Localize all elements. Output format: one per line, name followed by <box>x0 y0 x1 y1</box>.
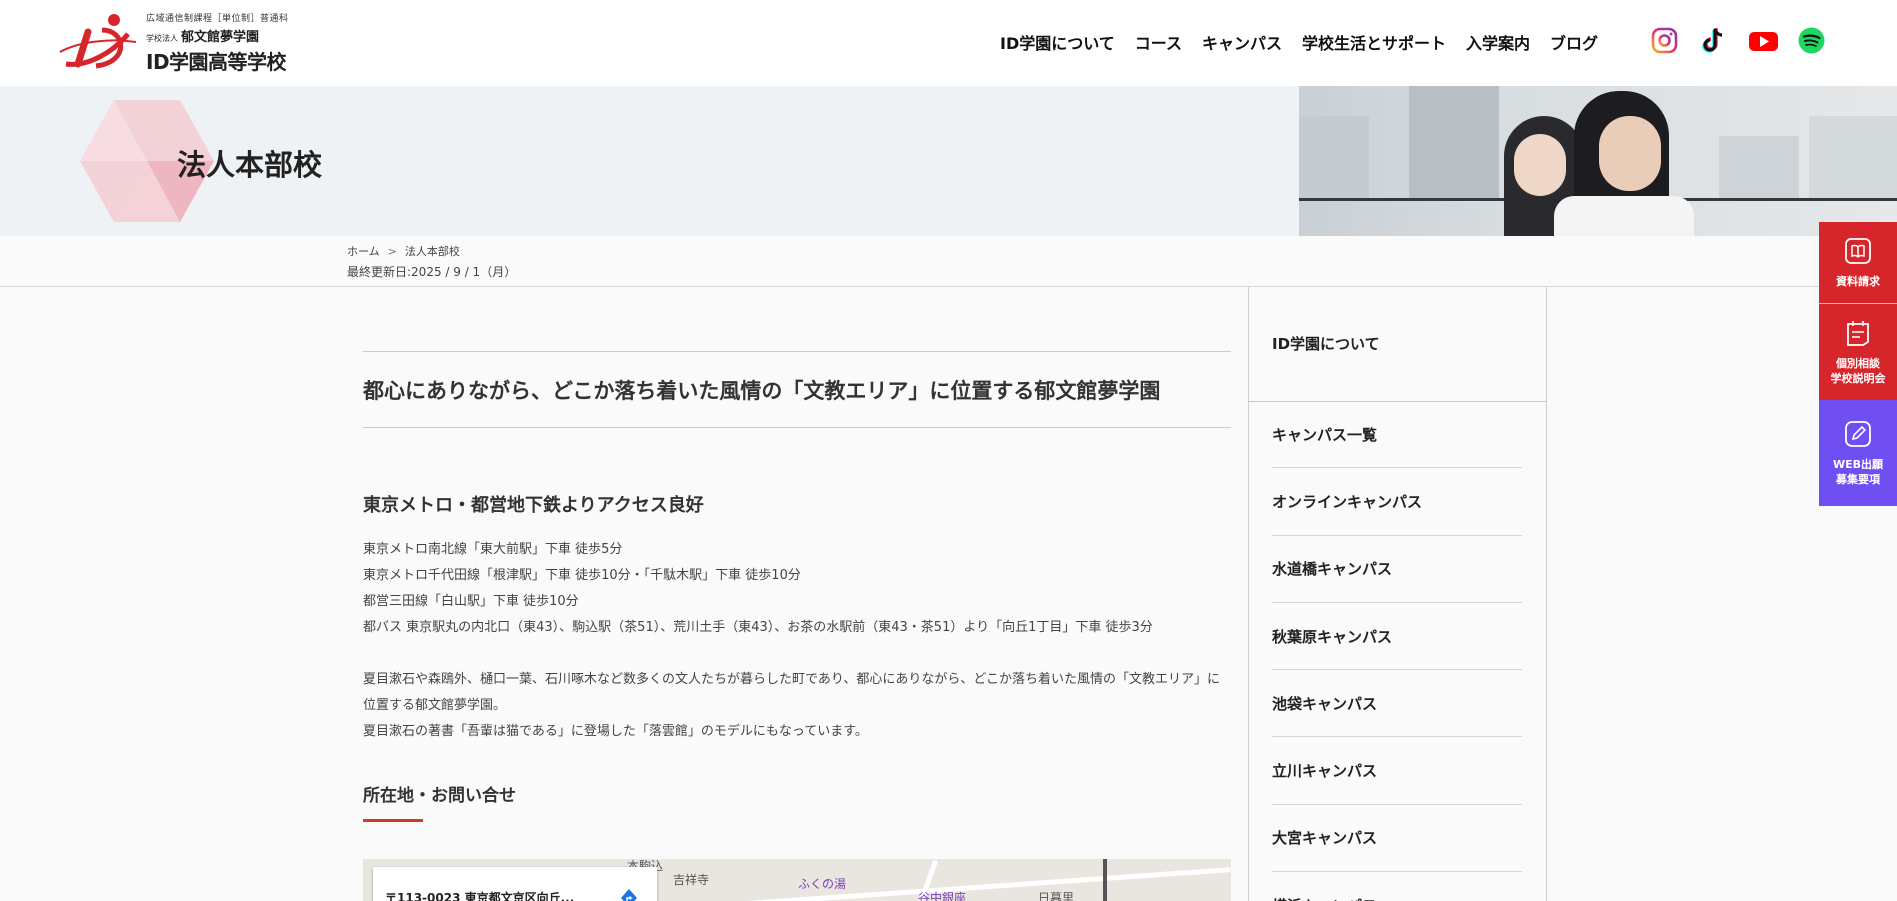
sidebar-item-tachikawa[interactable]: 立川キャンパス <box>1272 737 1522 805</box>
sidebar-item-yokohama[interactable]: 横浜キャンパス <box>1272 872 1522 901</box>
sidebar-item-campus-list[interactable]: キャンパス一覧 <box>1272 401 1522 469</box>
nav-school-life[interactable]: 学校生活とサポート <box>1302 30 1446 54</box>
description-paragraph: 夏目漱石や森鴎外、樋口一葉、石川啄木など数多くの文人たちが暮らした町であり、都心… <box>363 672 1220 713</box>
sidebar-item-online[interactable]: オンラインキャンパス <box>1272 468 1522 536</box>
divider <box>363 351 1231 352</box>
logo-corp-name: 学校法人 郁文館夢学園 <box>146 30 260 45</box>
breadcrumb-current: 法人本部校 <box>404 245 460 258</box>
access-item: 東京メトロ千代田線「根津駅」下車 徒歩10分・「千駄木駅」下車 徒歩10分 <box>363 568 801 583</box>
breadcrumb-home-link[interactable]: ホーム <box>347 245 380 258</box>
nav-campus[interactable]: キャンパス <box>1202 30 1282 54</box>
page-hero: 法人本部校 <box>0 86 1897 236</box>
instagram-icon[interactable] <box>1650 26 1679 55</box>
web-application-button[interactable]: WEB出願 募集要項 <box>1819 400 1897 506</box>
book-icon <box>1845 238 1871 264</box>
nav-course[interactable]: コース <box>1135 30 1182 54</box>
map-label: 日暮里 <box>1038 891 1075 901</box>
map-label: 吉祥寺 <box>673 873 710 887</box>
sidebar-item-ikebukuro[interactable]: 池袋キャンパス <box>1272 670 1522 738</box>
consultation-button[interactable]: 個別相談 学校説明会 <box>1819 304 1897 400</box>
logo-subtitle: 広域通信制課程［単位制］普通科 <box>146 14 289 24</box>
sidebar-item-suidobashi[interactable]: 水道橋キャンパス <box>1272 536 1522 603</box>
breadcrumb: ホーム > 法人本部校 <box>347 245 460 258</box>
tiktok-icon[interactable] <box>1699 26 1728 55</box>
description-paragraph: 夏目漱石の著書「吾輩は猫である」に登場した「落雲館」のモデルにもなっています。 <box>363 724 868 739</box>
sns-links <box>1650 26 1826 55</box>
access-list: 東京メトロ南北線「東大前駅」下車 徒歩5分 東京メトロ千代田線「根津駅」下車 徒… <box>363 537 1153 641</box>
directions-icon[interactable] <box>619 887 639 901</box>
last-updated: 最終更新日:2025 / 9 / 1（月） <box>347 265 517 279</box>
floating-cta-tabs: 資料請求 個別相談 学校説明会 WEB出願 募集要項 <box>1819 222 1897 506</box>
sidebar-item-omiya[interactable]: 大宮キャンパス <box>1272 805 1522 873</box>
map-label: ふくの湯 <box>798 877 847 891</box>
calendar-icon <box>1847 321 1869 346</box>
page-title: 法人本部校 <box>177 148 323 182</box>
youtube-icon[interactable] <box>1748 26 1778 55</box>
heading-underline <box>363 819 423 822</box>
hero-photo-students <box>1299 86 1897 236</box>
logo-school-name: ID学園高等学校 <box>146 50 287 74</box>
nav-about[interactable]: ID学園について <box>1000 30 1115 54</box>
map-address: 〒113-0023 東京都文京区向丘... <box>385 891 575 901</box>
divider <box>363 427 1231 428</box>
access-heading: 東京メトロ・都営地下鉄よりアクセス良好 <box>363 495 704 516</box>
access-item: 都バス 東京駅丸の内北口（東43）、駒込駅（茶51）、荒川土手（東43）、お茶の… <box>363 620 1153 635</box>
google-map[interactable]: 本駒込 吉祥寺 ふくの湯 谷中銀座 日暮里 〒113-0023 東京都文京区向丘… <box>363 859 1231 901</box>
id-logo-icon <box>59 14 137 69</box>
sidebar-title[interactable]: ID学園について <box>1272 333 1380 354</box>
sidebar-border <box>1248 287 1249 901</box>
sidebar-item-akihabara[interactable]: 秋葉原キャンパス <box>1272 603 1522 671</box>
lead-heading: 都心にありながら、どこか落ち着いた風情の「文教エリア」に位置する郁文館夢学園 <box>363 379 1161 403</box>
nav-blog[interactable]: ブログ <box>1550 30 1598 54</box>
map-info-card: 〒113-0023 東京都文京区向丘... <box>373 867 657 901</box>
access-item: 都営三田線「白山駅」下車 徒歩10分 <box>363 594 579 609</box>
nav-admission[interactable]: 入学案内 <box>1466 30 1530 54</box>
school-logo[interactable]: 広域通信制課程［単位制］普通科 学校法人 郁文館夢学園 ID学園高等学校 <box>58 12 289 74</box>
main-nav: ID学園について コース キャンパス 学校生活とサポート 入学案内 ブログ <box>1000 30 1618 54</box>
site-header: 広域通信制課程［単位制］普通科 学校法人 郁文館夢学園 ID学園高等学校 ID学園… <box>0 0 1897 86</box>
map-label: 谷中銀座 <box>918 891 967 901</box>
divider <box>0 286 1897 287</box>
spotify-icon[interactable] <box>1797 26 1826 55</box>
location-heading: 所在地・お問い合せ <box>363 786 516 806</box>
sidebar-border <box>1546 287 1547 901</box>
edit-icon <box>1845 421 1871 447</box>
sidebar-menu: キャンパス一覧 オンラインキャンパス 水道橋キャンパス 秋葉原キャンパス 池袋キ… <box>1272 401 1522 901</box>
request-materials-button[interactable]: 資料請求 <box>1819 222 1897 304</box>
access-item: 東京メトロ南北線「東大前駅」下車 徒歩5分 <box>363 542 623 557</box>
description: 夏目漱石や森鴎外、樋口一葉、石川啄木など数多くの文人たちが暮らした町であり、都心… <box>363 667 1231 745</box>
